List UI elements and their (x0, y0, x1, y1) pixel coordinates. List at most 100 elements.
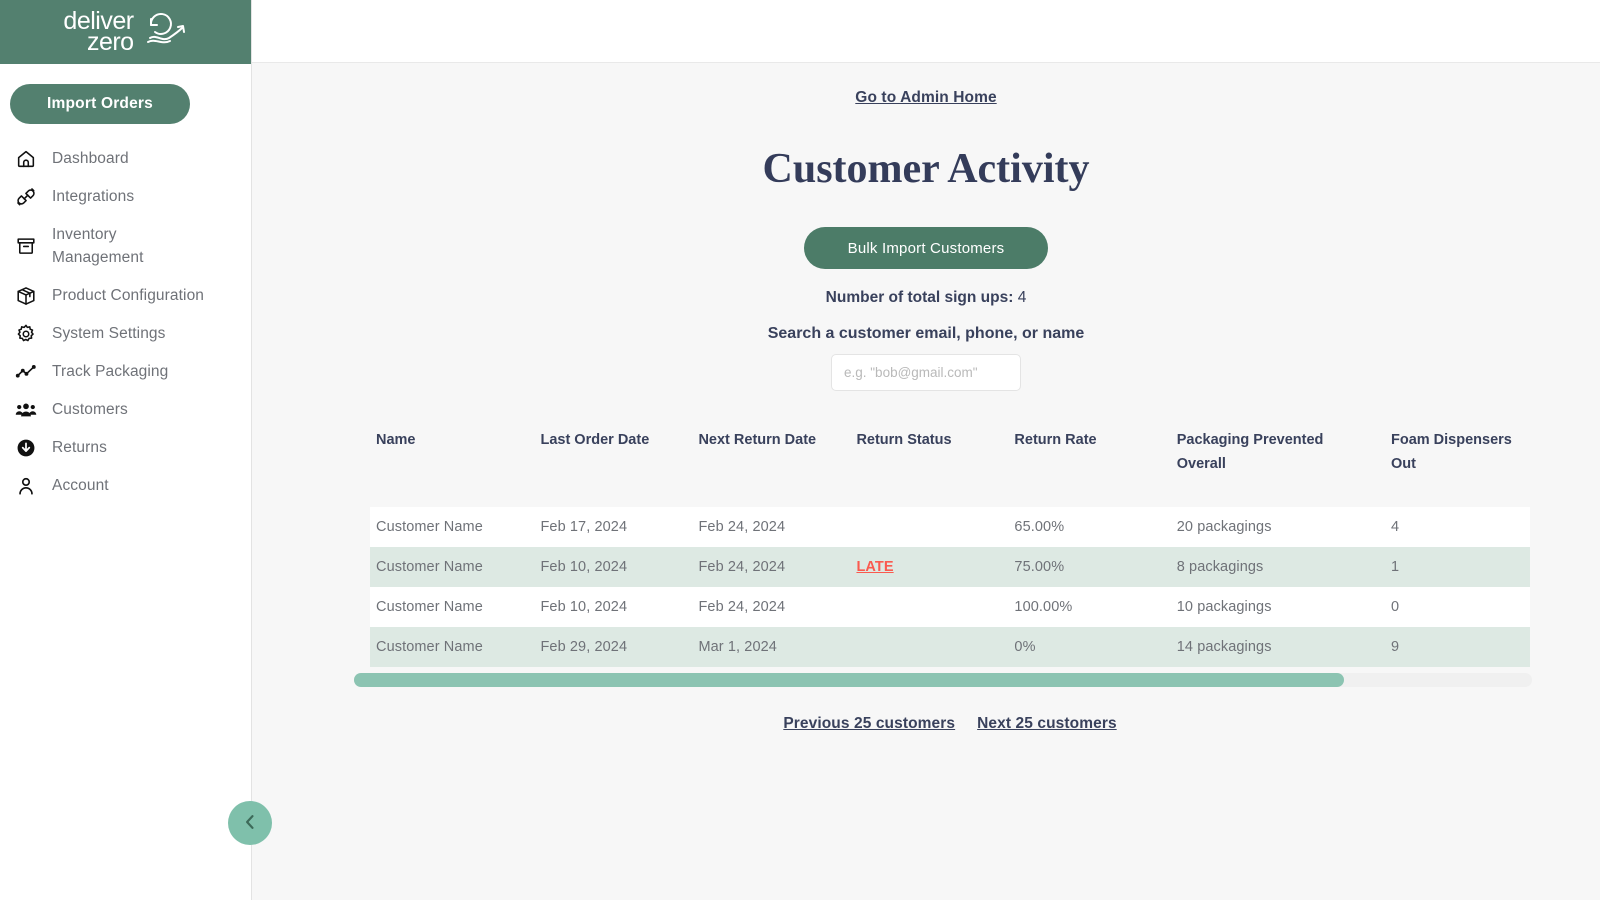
sidebar-item-returns[interactable]: Returns (0, 429, 251, 467)
column-header-packaging-prevented-overall: Packaging Prevented Overall (1171, 423, 1385, 507)
cell-packaging-prevented: 14 packagings (1171, 627, 1385, 667)
cell-name: Customer Name (370, 627, 534, 667)
cell-next-return-date: Feb 24, 2024 (692, 587, 850, 627)
customer-activity-table: Name Last Order Date Next Return Date Re… (370, 423, 1530, 667)
package-box-icon (14, 284, 38, 308)
import-orders-button[interactable]: Import Orders (10, 84, 190, 124)
go-to-admin-home-link[interactable]: Go to Admin Home (252, 89, 1600, 107)
search-label: Search a customer email, phone, or name (252, 325, 1600, 343)
search-input[interactable] (831, 354, 1021, 391)
table-row[interactable]: Customer Name Feb 10, 2024 Feb 24, 2024 … (370, 547, 1530, 587)
sidebar: deliver zero Import Orders (0, 0, 252, 900)
cell-return-status: LATE (850, 547, 1008, 587)
table-header-row: Name Last Order Date Next Return Date Re… (370, 423, 1530, 507)
sidebar-item-label: Returns (52, 436, 107, 459)
sidebar-item-product-configuration[interactable]: Product Configuration (0, 277, 251, 315)
brand-logo-line2: zero (63, 32, 133, 53)
page-content: Go to Admin Home Customer Activity Bulk … (252, 89, 1600, 900)
gear-icon (14, 322, 38, 346)
table-body: Customer Name Feb 17, 2024 Feb 24, 2024 … (370, 507, 1530, 667)
plug-connection-icon (14, 185, 38, 209)
cell-return-rate: 65.00% (1008, 507, 1170, 547)
sidebar-item-system-settings[interactable]: System Settings (0, 315, 251, 353)
pagination: Previous 25 customers Next 25 customers (370, 715, 1530, 733)
sidebar-item-label: System Settings (52, 322, 166, 345)
cell-packaging-prevented: 8 packagings (1171, 547, 1385, 587)
sidebar-item-inventory-management[interactable]: Inventory Management (0, 216, 251, 277)
total-signups: Number of total sign ups: 4 (252, 289, 1600, 307)
cell-last-order-date: Feb 10, 2024 (534, 587, 692, 627)
main-area: Go to Admin Home Customer Activity Bulk … (252, 0, 1600, 900)
cell-next-return-date: Mar 1, 2024 (692, 627, 850, 667)
cell-foam-dispensers-out: 1 (1385, 547, 1530, 587)
bulk-import-customers-button[interactable]: Bulk Import Customers (804, 227, 1048, 269)
total-signups-value: 4 (1018, 289, 1027, 306)
previous-page-link[interactable]: Previous 25 customers (783, 715, 955, 733)
table-scroll-viewport: Name Last Order Date Next Return Date Re… (370, 423, 1530, 667)
cell-name: Customer Name (370, 587, 534, 627)
sidebar-nav: Dashboard Integrations (0, 140, 251, 505)
cell-name: Customer Name (370, 547, 534, 587)
cell-return-rate: 75.00% (1008, 547, 1170, 587)
cell-next-return-date: Feb 24, 2024 (692, 547, 850, 587)
sidebar-item-label: Customers (52, 398, 128, 421)
line-chart-icon (14, 360, 38, 384)
cell-last-order-date: Feb 10, 2024 (534, 547, 692, 587)
people-group-icon (14, 398, 38, 422)
column-header-foam-dispensers-out: Foam Dispensers Out (1385, 423, 1530, 507)
cell-foam-dispensers-out: 9 (1385, 627, 1530, 667)
cell-last-order-date: Feb 29, 2024 (534, 627, 692, 667)
sidebar-item-track-packaging[interactable]: Track Packaging (0, 353, 251, 391)
cell-next-return-date: Feb 24, 2024 (692, 507, 850, 547)
cell-foam-dispensers-out: 0 (1385, 587, 1530, 627)
top-bar (252, 0, 1600, 63)
recycle-arrow-hand-icon (142, 11, 188, 54)
sidebar-item-customers[interactable]: Customers (0, 391, 251, 429)
cell-name: Customer Name (370, 507, 534, 547)
app-root: deliver zero Import Orders (0, 0, 1600, 900)
brand-logo-text: deliver zero (63, 11, 133, 53)
sidebar-item-label: Account (52, 474, 109, 497)
archive-box-icon (14, 234, 38, 258)
return-status-late-link[interactable]: LATE (856, 559, 893, 575)
cell-return-status (850, 587, 1008, 627)
page-title: Customer Activity (252, 145, 1600, 193)
sidebar-item-label: Product Configuration (52, 284, 204, 307)
sidebar-item-account[interactable]: Account (0, 467, 251, 505)
cell-packaging-prevented: 20 packagings (1171, 507, 1385, 547)
table-row[interactable]: Customer Name Feb 17, 2024 Feb 24, 2024 … (370, 507, 1530, 547)
column-header-next-return-date: Next Return Date (692, 423, 850, 507)
sidebar-collapse-button[interactable] (228, 801, 272, 845)
table-scrollbar-thumb[interactable] (354, 673, 1344, 687)
home-icon (14, 147, 38, 171)
total-signups-label: Number of total sign ups: (826, 289, 1014, 306)
chevron-left-icon (240, 812, 260, 835)
cell-foam-dispensers-out: 4 (1385, 507, 1530, 547)
table-row[interactable]: Customer Name Feb 29, 2024 Mar 1, 2024 0… (370, 627, 1530, 667)
sidebar-item-dashboard[interactable]: Dashboard (0, 140, 251, 178)
sidebar-item-label: Integrations (52, 185, 134, 208)
brand-logo[interactable]: deliver zero (63, 11, 187, 54)
customer-activity-table-region: Name Last Order Date Next Return Date Re… (370, 423, 1530, 733)
cell-last-order-date: Feb 17, 2024 (534, 507, 692, 547)
cell-return-rate: 0% (1008, 627, 1170, 667)
person-icon (14, 474, 38, 498)
column-header-return-rate: Return Rate (1008, 423, 1170, 507)
sidebar-item-label: Track Packaging (52, 360, 168, 383)
table-horizontal-scrollbar[interactable] (354, 673, 1532, 687)
column-header-last-order-date: Last Order Date (534, 423, 692, 507)
brand-logo-bar: deliver zero (0, 0, 251, 64)
cell-packaging-prevented: 10 packagings (1171, 587, 1385, 627)
cell-return-rate: 100.00% (1008, 587, 1170, 627)
table-row[interactable]: Customer Name Feb 10, 2024 Feb 24, 2024 … (370, 587, 1530, 627)
next-page-link[interactable]: Next 25 customers (977, 715, 1117, 733)
cell-return-status (850, 627, 1008, 667)
column-header-name: Name (370, 423, 534, 507)
download-circle-icon (14, 436, 38, 460)
sidebar-item-label: Dashboard (52, 147, 129, 170)
cell-return-status (850, 507, 1008, 547)
table-head: Name Last Order Date Next Return Date Re… (370, 423, 1530, 507)
sidebar-item-integrations[interactable]: Integrations (0, 178, 251, 216)
sidebar-item-label: Inventory Management (52, 223, 202, 270)
column-header-return-status: Return Status (850, 423, 1008, 507)
